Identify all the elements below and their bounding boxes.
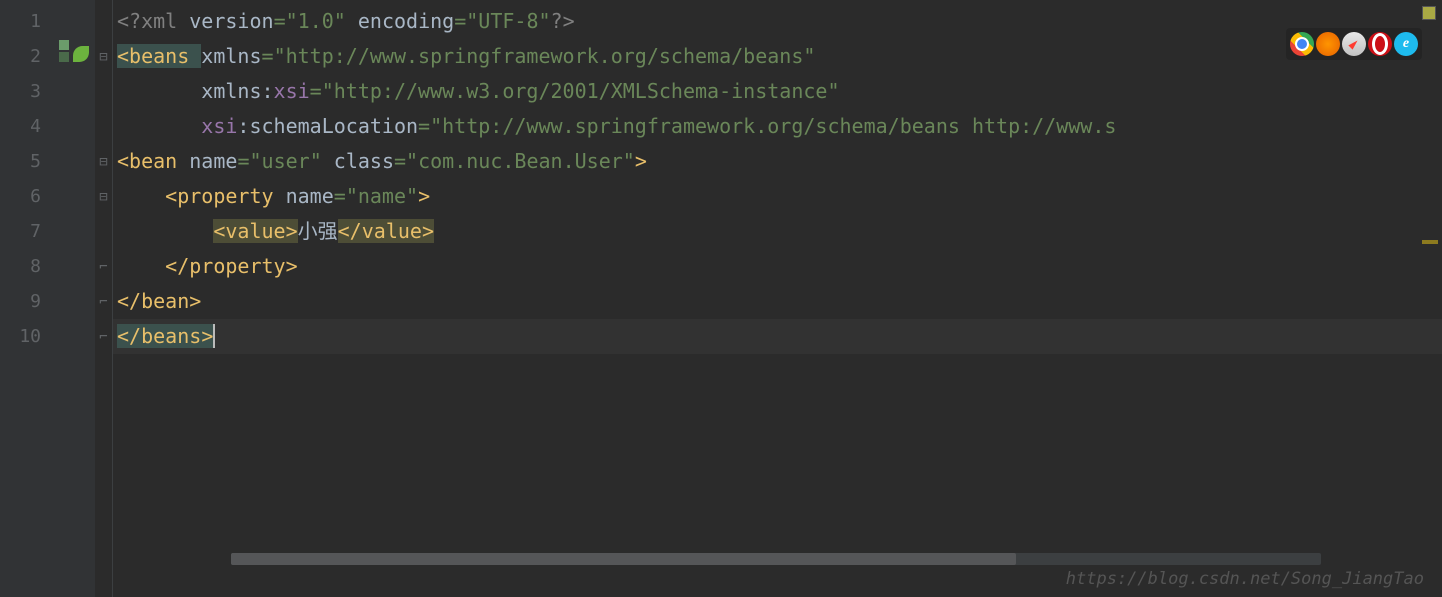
watermark-text: https://blog.csdn.net/Song_JiangTao bbox=[1066, 569, 1424, 589]
fold-end[interactable]: ⌐ bbox=[95, 319, 112, 354]
line-number-gutter: 1 2 3 4 5 6 7 8 9 10 bbox=[0, 0, 55, 597]
fold-toggle[interactable]: ⊟ bbox=[95, 39, 112, 74]
fold-toggle[interactable]: ⊟ bbox=[95, 144, 112, 179]
line-num: 5 bbox=[0, 144, 55, 179]
fold-end[interactable]: ⌐ bbox=[95, 284, 112, 319]
fold-end[interactable]: ⌐ bbox=[95, 249, 112, 284]
code-line-6[interactable]: <property name="name"> bbox=[113, 179, 1442, 214]
code-line-7[interactable]: <value>小强</value> bbox=[113, 214, 1442, 249]
analysis-indicator-icon[interactable] bbox=[1422, 6, 1436, 20]
opera-icon[interactable] bbox=[1368, 32, 1392, 56]
horizontal-scrollbar[interactable] bbox=[231, 553, 1321, 565]
line-num: 7 bbox=[0, 214, 55, 249]
warning-stripe-icon[interactable] bbox=[1422, 240, 1438, 244]
code-line-2[interactable]: <beans xmlns="http://www.springframework… bbox=[113, 39, 1442, 74]
line-num: 1 bbox=[0, 4, 55, 39]
chrome-icon[interactable] bbox=[1290, 32, 1314, 56]
spring-icon[interactable] bbox=[59, 40, 87, 68]
text-cursor bbox=[213, 324, 215, 348]
safari-icon[interactable] bbox=[1342, 32, 1366, 56]
line-num: 3 bbox=[0, 74, 55, 109]
scrollbar-thumb[interactable] bbox=[231, 553, 1016, 565]
ie-icon[interactable] bbox=[1394, 32, 1418, 56]
code-area[interactable]: <?xml version="1.0" encoding="UTF-8"?> <… bbox=[113, 0, 1442, 597]
code-line-8[interactable]: </property> bbox=[113, 249, 1442, 284]
line-num: 4 bbox=[0, 109, 55, 144]
code-line-1[interactable]: <?xml version="1.0" encoding="UTF-8"?> bbox=[113, 4, 1442, 39]
code-line-4[interactable]: xsi:schemaLocation="http://www.springfra… bbox=[113, 109, 1442, 144]
line-num: 9 bbox=[0, 284, 55, 319]
line-num: 6 bbox=[0, 179, 55, 214]
icon-gutter bbox=[55, 0, 95, 597]
fold-mark bbox=[95, 4, 112, 39]
line-num: 8 bbox=[0, 249, 55, 284]
browser-preview-toolbar bbox=[1286, 28, 1422, 60]
fold-toggle[interactable]: ⊟ bbox=[95, 179, 112, 214]
code-line-5[interactable]: <bean name="user" class="com.nuc.Bean.Us… bbox=[113, 144, 1442, 179]
code-line-3[interactable]: xmlns:xsi="http://www.w3.org/2001/XMLSch… bbox=[113, 74, 1442, 109]
line-num: 10 bbox=[0, 319, 55, 354]
code-line-10[interactable]: </beans> bbox=[113, 319, 1442, 354]
line-num: 2 bbox=[0, 39, 55, 74]
code-line-9[interactable]: </bean> bbox=[113, 284, 1442, 319]
code-editor[interactable]: 1 2 3 4 5 6 7 8 9 10 ⊟ ⊟ ⊟ ⌐ ⌐ ⌐ <?xml v… bbox=[0, 0, 1442, 597]
firefox-icon[interactable] bbox=[1316, 32, 1340, 56]
fold-gutter: ⊟ ⊟ ⊟ ⌐ ⌐ ⌐ bbox=[95, 0, 113, 597]
